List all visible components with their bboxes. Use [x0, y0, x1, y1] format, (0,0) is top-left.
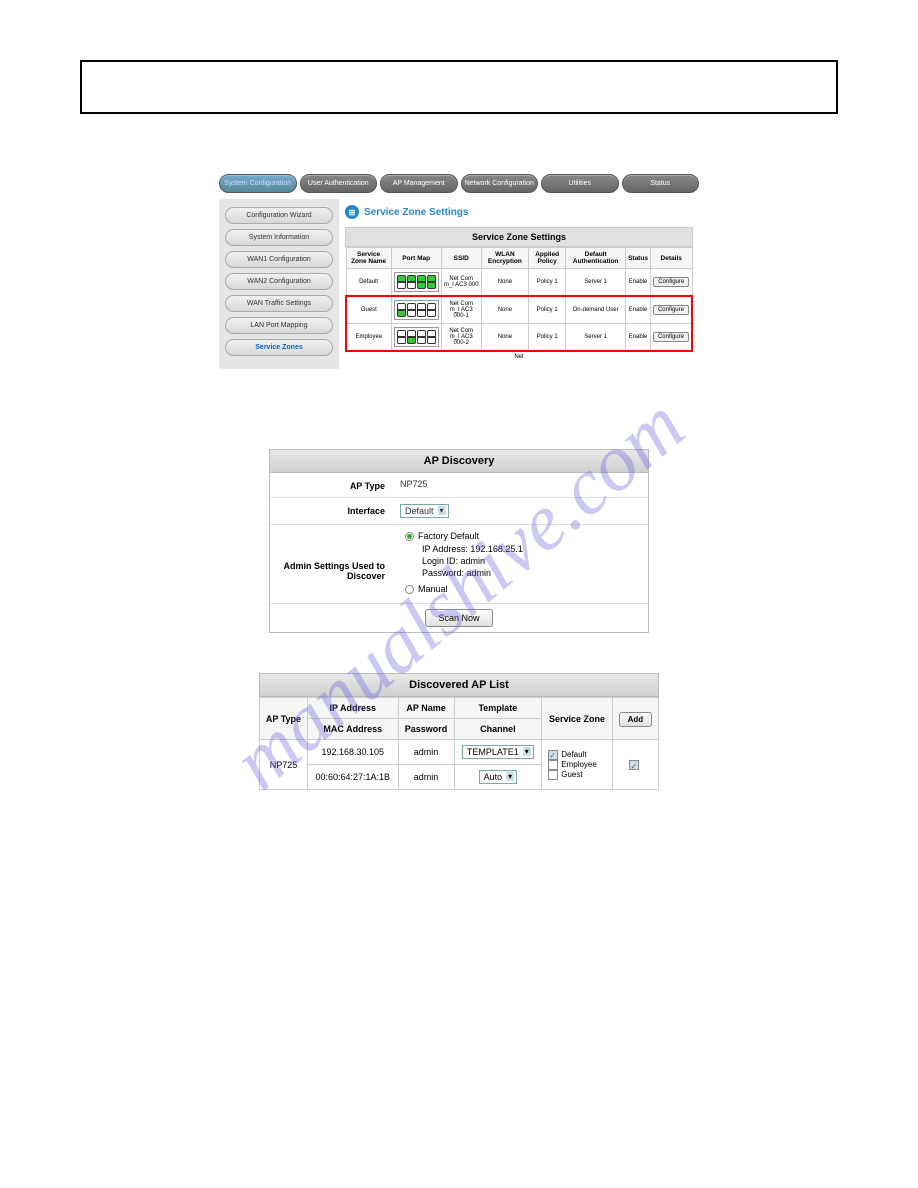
row-aptype: NP725: [260, 740, 308, 790]
factory-default-radio[interactable]: [405, 532, 414, 541]
service-zone-screenshot: System Configuration User Authentication…: [219, 174, 699, 369]
zone-name-employee: Employee: [346, 324, 391, 352]
login-value: admin: [461, 556, 486, 566]
wlan-default: None: [481, 269, 528, 297]
wlan-employee: None: [481, 324, 528, 352]
manual-radio[interactable]: [405, 585, 414, 594]
ssid-guest: Net Com m_I AC3 000-1: [441, 296, 481, 324]
col-apname: AP Name: [398, 698, 454, 719]
configure-default-button[interactable]: Configure: [653, 277, 689, 287]
admin-settings-label: Admin Settings Used to Discover: [280, 561, 400, 581]
channel-select[interactable]: Auto: [479, 770, 518, 784]
section-title: Service Zone Settings: [364, 207, 468, 218]
row-mac: 00:60:64:27:1A:1B: [307, 765, 398, 790]
nav-utilities[interactable]: Utilities: [541, 174, 619, 193]
nav-ap-management[interactable]: AP Management: [380, 174, 458, 193]
col-mac: MAC Address: [307, 719, 398, 740]
sidebar-service-zones[interactable]: Service Zones: [225, 339, 333, 356]
col-password: Password: [398, 719, 454, 740]
col-wlan: WLAN Encryption: [481, 248, 528, 269]
interface-label: Interface: [280, 504, 400, 516]
sz-employee-label: Employee: [561, 760, 597, 769]
col-name: Service Zone Name: [346, 248, 391, 269]
row-apname: admin: [398, 740, 454, 765]
discovered-title: Discovered AP List: [259, 673, 659, 697]
sidebar-wan2[interactable]: WAN2 Configuration: [225, 273, 333, 290]
ssid-employee: Net Com m_I AC3 000-2: [441, 324, 481, 352]
configure-employee-button[interactable]: Configure: [653, 332, 689, 342]
password-value: admin: [467, 568, 492, 578]
sidebar-wan1[interactable]: WAN1 Configuration: [225, 251, 333, 268]
highlighted-zones: Guest Net Com m_I AC3 000-1 None Policy …: [346, 296, 692, 351]
nav-system-config[interactable]: System Configuration: [219, 174, 297, 193]
template-select[interactable]: TEMPLATE1: [462, 745, 534, 759]
configure-guest-button[interactable]: Configure: [653, 305, 689, 315]
auth-guest: On-demand User: [566, 296, 626, 324]
sidebar-lan-port[interactable]: LAN Port Mapping: [225, 317, 333, 334]
sidebar-system-info[interactable]: System Information: [225, 229, 333, 246]
add-button[interactable]: Add: [619, 712, 653, 727]
nav-network-config[interactable]: Network Configuration: [461, 174, 539, 193]
settings-icon: ⊞: [345, 205, 359, 219]
col-ssid: SSID: [441, 248, 481, 269]
col-details: Details: [650, 248, 692, 269]
portmap-guest: [394, 300, 439, 320]
ssid-default: Net Com m_I AC3 000: [441, 269, 481, 297]
zone-name-default: Default: [346, 269, 391, 297]
col-channel: Channel: [454, 719, 542, 740]
policy-guest: Policy 1: [529, 296, 566, 324]
row-ip: 192.168.30.105: [307, 740, 398, 765]
ip-value: 192.168.25.1: [470, 544, 523, 554]
sidebar-wan-traffic[interactable]: WAN Traffic Settings: [225, 295, 333, 312]
password-label: Password:: [422, 568, 464, 578]
ap-discovery-panel: AP Discovery AP Type NP725 Interface Def…: [269, 449, 649, 633]
discovered-ap-panel: Discovered AP List AP Type IP Address AP…: [259, 673, 659, 790]
nav-status[interactable]: Status: [622, 174, 700, 193]
policy-employee: Policy 1: [529, 324, 566, 352]
col-policy: Applied Policy: [529, 248, 566, 269]
wlan-guest: None: [481, 296, 528, 324]
login-label: Login ID:: [422, 556, 458, 566]
col-template: Template: [454, 698, 542, 719]
col-portmap: Port Map: [391, 248, 441, 269]
scan-now-button[interactable]: Scan Now: [425, 609, 492, 627]
sidebar-config-wizard[interactable]: Configuration Wizard: [225, 207, 333, 224]
sz-guest-checkbox[interactable]: [548, 770, 558, 780]
auth-employee: Server 1: [566, 324, 626, 352]
status-employee: Enable: [626, 324, 651, 352]
factory-default-label: Factory Default: [418, 531, 479, 541]
nav-user-auth[interactable]: User Authentication: [300, 174, 378, 193]
add-checkbox[interactable]: [629, 760, 639, 770]
status-default: Enable: [626, 269, 651, 297]
portmap-employee: [394, 327, 439, 347]
col-status: Status: [626, 248, 651, 269]
manual-label: Manual: [418, 584, 448, 594]
ip-label: IP Address:: [422, 544, 468, 554]
row-password: admin: [398, 765, 454, 790]
sz-default-label: Default: [561, 750, 586, 759]
col-aptype: AP Type: [260, 698, 308, 740]
document-header-bar: [80, 60, 838, 114]
portmap-default: [394, 272, 439, 292]
aptype-value: NP725: [400, 479, 638, 489]
col-auth: Default Authentication: [566, 248, 626, 269]
auth-default: Server 1: [566, 269, 626, 297]
zone-table-title: Service Zone Settings: [345, 227, 693, 247]
sz-employee-checkbox[interactable]: [548, 760, 558, 770]
col-sz: Service Zone: [542, 698, 613, 740]
zone-name-guest: Guest: [346, 296, 391, 324]
sz-default-checkbox[interactable]: [548, 750, 558, 760]
col-ip: IP Address: [307, 698, 398, 719]
interface-select[interactable]: Default: [400, 504, 449, 518]
sz-guest-label: Guest: [561, 770, 582, 779]
aptype-label: AP Type: [280, 479, 400, 491]
policy-default: Policy 1: [529, 269, 566, 297]
zone-footer: Net: [345, 352, 693, 362]
status-guest: Enable: [626, 296, 651, 324]
ap-discovery-title: AP Discovery: [270, 450, 648, 473]
